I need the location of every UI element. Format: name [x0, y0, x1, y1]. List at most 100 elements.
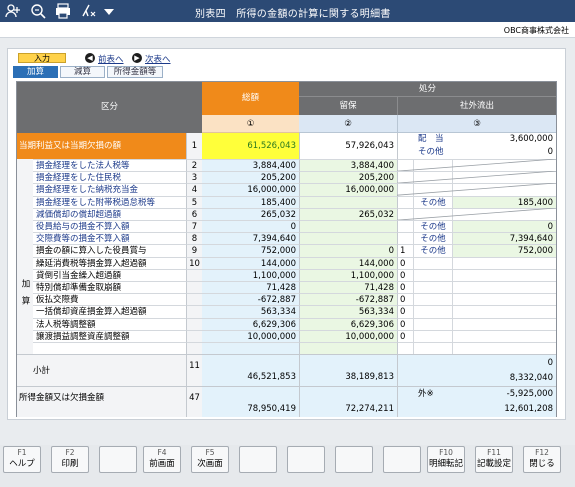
tab-income-amount[interactable]: 所得金額等 [107, 66, 163, 78]
row-flag[interactable]: 0 [397, 268, 413, 281]
row-total-field[interactable]: 563,334 [202, 305, 299, 318]
row-total-field[interactable]: 752,000 [202, 244, 299, 257]
row-flag[interactable]: 0 [397, 329, 413, 342]
form-panel: 入力 ◀ 前表へ ▶ 次表へ 加算 減算 所得金額等 区分 総額 処分 留保 社… [7, 48, 566, 420]
fkey-label: 前画面 [149, 459, 175, 469]
row-retained-field[interactable]: 3,884,400 [299, 159, 397, 172]
tab-subtraction[interactable]: 減算 [60, 66, 105, 78]
row-flag[interactable]: 0 [397, 293, 413, 306]
row-retained-field[interactable] [299, 195, 397, 208]
fkey-f1-button[interactable]: F1 ヘルプ [3, 446, 41, 473]
row-total-field[interactable]: 0 [202, 220, 299, 233]
row-flag[interactable] [397, 232, 413, 245]
row-label: 貸倒引当金繰入超過額 [33, 268, 186, 281]
row-total-field[interactable]: 205,200 [202, 171, 299, 184]
row-outflow-field[interactable]: 0 [452, 220, 556, 233]
row-retained-field[interactable] [299, 342, 397, 355]
net-income-retained-field[interactable]: 57,926,043 [299, 133, 397, 159]
row-outflow-field[interactable]: 7,394,640 [452, 232, 556, 245]
row-retained-field[interactable]: 6,629,306 [299, 317, 397, 330]
row-flag[interactable] [397, 342, 413, 355]
row-flag[interactable] [397, 220, 413, 233]
row-outflow-type: その他 [413, 244, 452, 257]
row-total-field[interactable]: 265,032 [202, 207, 299, 220]
row-outflow-field[interactable] [452, 329, 556, 342]
row-retained-field[interactable]: 1,100,000 [299, 268, 397, 281]
row-total-field[interactable]: 16,000,000 [202, 183, 299, 196]
row-flag[interactable]: 0 [397, 317, 413, 330]
net-income-total-field[interactable]: 61,526,043 [202, 133, 299, 159]
row-outflow-field[interactable] [452, 293, 556, 306]
row-outflow-field[interactable] [452, 281, 556, 294]
function-icon[interactable] [79, 2, 97, 20]
row-outflow-field[interactable]: 185,400 [452, 195, 556, 208]
row-number [186, 305, 202, 318]
row-flag[interactable]: 1 [397, 244, 413, 257]
row-label: 減価償却の償却超過額 [33, 207, 186, 220]
row-retained-field[interactable]: -672,887 [299, 293, 397, 306]
row-retained-field[interactable]: 0 [299, 244, 397, 257]
row-total-field[interactable]: 10,000,000 [202, 329, 299, 342]
next-table-link[interactable]: 次表へ [145, 53, 171, 65]
row-total-field[interactable]: 6,629,306 [202, 317, 299, 330]
row-outflow-field[interactable] [452, 305, 556, 318]
next-arrow-icon[interactable]: ▶ [132, 53, 142, 63]
row-outflow-field[interactable] [452, 256, 556, 269]
fkey-f11-button[interactable]: F11 記載設定 [475, 446, 513, 473]
zoom-icon[interactable] [29, 2, 47, 20]
fkey-f2-button[interactable]: F2 印刷 [51, 446, 89, 473]
row-number: 8 [186, 232, 202, 245]
fkey-f10-button[interactable]: F10 明細転記 [427, 446, 465, 473]
row-outflow-type [413, 256, 452, 269]
row-total-field[interactable]: -672,887 [202, 293, 299, 306]
row-flag[interactable]: 0 [397, 256, 413, 269]
row-outflow-field[interactable] [452, 317, 556, 330]
row-retained-field[interactable]: 144,000 [299, 256, 397, 269]
row-outflow-field[interactable] [452, 342, 556, 355]
row-label: 仮払交際費 [33, 293, 186, 305]
fkey-code: F4 [157, 448, 167, 457]
row-retained-field[interactable] [299, 232, 397, 245]
row-total-field[interactable]: 71,428 [202, 281, 299, 294]
row-retained-field[interactable]: 563,334 [299, 305, 397, 318]
row-retained-field[interactable]: 16,000,000 [299, 183, 397, 196]
row-retained-field[interactable]: 205,200 [299, 171, 397, 184]
printer-icon[interactable] [54, 2, 72, 20]
row-flag[interactable]: 0 [397, 281, 413, 294]
addition-side-label: 加 算 [17, 159, 33, 354]
fkey-code: F12 [535, 448, 549, 457]
row-outflow-type: その他 [413, 195, 452, 208]
row-total-field[interactable] [202, 342, 299, 355]
row-flag[interactable]: 0 [397, 305, 413, 318]
row-retained-field[interactable]: 265,032 [299, 207, 397, 220]
other-field[interactable]: 0 [452, 146, 556, 159]
fkey-f5-button[interactable]: F5 次画面 [191, 446, 229, 473]
row-number [186, 268, 202, 281]
prev-table-link[interactable]: 前表へ [98, 53, 124, 65]
tab-addition[interactable]: 加算 [13, 66, 58, 78]
row-total-field[interactable]: 144,000 [202, 256, 299, 269]
fkey-f12-button[interactable]: F12 閉じる [523, 446, 561, 473]
row-total-field[interactable]: 185,400 [202, 195, 299, 208]
row-outflow-field[interactable]: 752,000 [452, 244, 556, 257]
not-applicable-slash [397, 207, 556, 220]
row-outflow-type [413, 293, 452, 306]
row-retained-field[interactable] [299, 220, 397, 233]
row-total-field[interactable]: 1,100,000 [202, 268, 299, 281]
row-retained-field[interactable]: 10,000,000 [299, 329, 397, 342]
person-add-icon[interactable] [4, 2, 22, 20]
subtotal-outflow-bottom: 8,332,040 [397, 370, 556, 386]
row-total-field[interactable]: 7,394,640 [202, 232, 299, 245]
fkey-f4-button[interactable]: F4 前画面 [143, 446, 181, 473]
row-outflow-type: その他 [413, 232, 452, 245]
fkey-label: ヘルプ [9, 459, 35, 469]
income-label: 所得金額又は欠損金額 [17, 386, 186, 417]
row-retained-field[interactable]: 71,428 [299, 281, 397, 294]
row-outflow-field[interactable] [452, 268, 556, 281]
row-flag[interactable] [397, 195, 413, 208]
row-total-field[interactable]: 3,884,400 [202, 159, 299, 172]
dividend-field[interactable]: 3,600,000 [452, 133, 556, 146]
prev-arrow-icon[interactable]: ◀ [85, 53, 95, 63]
row-label: 損金経理をした住民税 [33, 171, 186, 183]
dropdown-icon[interactable] [100, 2, 118, 20]
